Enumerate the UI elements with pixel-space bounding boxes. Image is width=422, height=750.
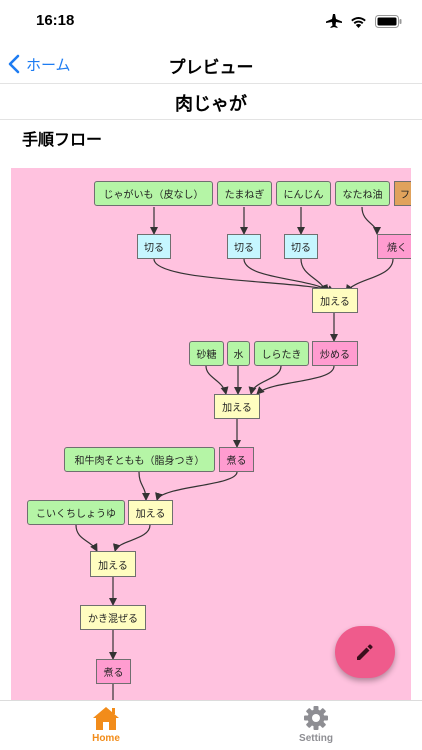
status-time: 16:18 bbox=[36, 12, 75, 29]
page-title: プレビュー bbox=[168, 58, 254, 78]
status-bar: 16:18 bbox=[0, 0, 422, 44]
flow-node-cut-3[interactable]: 切る bbox=[284, 234, 318, 259]
tab-setting-label: Setting bbox=[299, 733, 333, 744]
pencil-icon bbox=[357, 644, 373, 660]
flow-node-soy-sauce[interactable]: こいくちしょうゆ bbox=[27, 500, 125, 525]
airplane-icon bbox=[326, 14, 342, 28]
tab-setting[interactable]: Setting bbox=[276, 705, 356, 744]
flow-node-simmer-1[interactable]: 煮る bbox=[219, 447, 254, 472]
tab-home-label: Home bbox=[92, 733, 120, 744]
edge-add3-add4 bbox=[113, 524, 151, 552]
edge-sugar-add2 bbox=[205, 365, 229, 395]
flow-node-mix[interactable]: かき混ぜる bbox=[80, 605, 146, 630]
flow-node-rapeseed-oil[interactable]: なたね油 bbox=[335, 181, 390, 206]
flow-node-partial[interactable]: フ bbox=[394, 181, 411, 206]
navigation-bar: ホーム プレビュー bbox=[0, 44, 422, 84]
tab-bar: Home Setting bbox=[0, 700, 422, 750]
flow-node-sugar[interactable]: 砂糖 bbox=[189, 341, 224, 366]
edge-simmer1-add3 bbox=[155, 471, 238, 501]
flow-node-stirfry[interactable]: 炒める bbox=[312, 341, 358, 366]
flow-node-beef[interactable]: 和牛肉そともも（脂身つき） bbox=[64, 447, 215, 472]
gear-icon bbox=[304, 706, 328, 730]
flow-node-water[interactable]: 水 bbox=[227, 341, 250, 366]
flow-node-cut-2[interactable]: 切る bbox=[227, 234, 261, 259]
edge-shirataki-add2 bbox=[248, 365, 282, 395]
flow-node-add-1[interactable]: 加える bbox=[312, 288, 358, 313]
edge-oil-bake bbox=[361, 206, 381, 235]
flow-heading: 手順フロー bbox=[22, 130, 103, 149]
flow-edges bbox=[75, 206, 394, 700]
edit-button[interactable] bbox=[335, 626, 395, 678]
flow-node-shirataki[interactable]: しらたき bbox=[254, 341, 309, 366]
flow-node-add-4[interactable]: 加える bbox=[90, 551, 136, 577]
wifi-icon bbox=[351, 16, 366, 28]
flow-node-carrot[interactable]: にんじん bbox=[276, 181, 331, 206]
edge-stirfry-add2 bbox=[256, 365, 335, 395]
edge-beef-add3 bbox=[138, 471, 150, 501]
status-icons bbox=[326, 14, 402, 28]
battery-icon bbox=[375, 14, 402, 28]
flow-node-potato[interactable]: じゃがいも（皮なし） bbox=[94, 181, 213, 206]
home-icon bbox=[93, 707, 119, 730]
flow-node-bake[interactable]: 焼く bbox=[377, 234, 411, 259]
flow-node-add-2[interactable]: 加える bbox=[214, 394, 260, 419]
flow-diagram[interactable]: じゃがいも（皮なし） たまねぎ にんじん なたね油 フ 切る 切る 切る 焼く … bbox=[11, 168, 411, 700]
recipe-title: 肉じゃが bbox=[175, 94, 247, 115]
flow-node-add-3[interactable]: 加える bbox=[128, 500, 173, 525]
flow-node-onion[interactable]: たまねぎ bbox=[217, 181, 272, 206]
flow-node-cut-1[interactable]: 切る bbox=[137, 234, 171, 259]
flow-node-simmer-2[interactable]: 煮る bbox=[96, 659, 131, 684]
tab-home[interactable]: Home bbox=[66, 705, 146, 744]
recipe-title-bar: 肉じゃが bbox=[0, 84, 422, 120]
edge-cut1-add1 bbox=[153, 258, 335, 293]
edge-soy-add4 bbox=[75, 524, 98, 552]
